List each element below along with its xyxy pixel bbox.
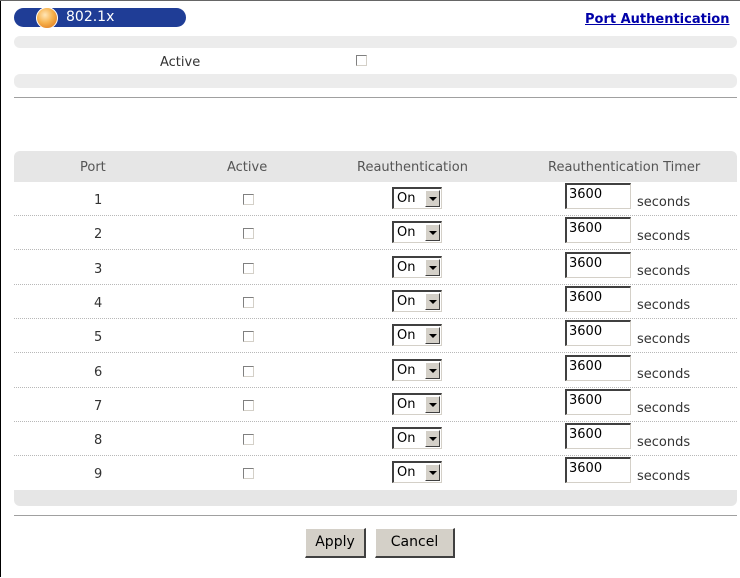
reauth-timer-input[interactable]: 3600 bbox=[565, 423, 631, 449]
reauthentication-select[interactable]: On bbox=[392, 221, 442, 243]
col-header-port: Port bbox=[80, 160, 106, 175]
chevron-down-icon[interactable] bbox=[425, 293, 440, 310]
reauthentication-value: On bbox=[397, 225, 416, 240]
global-active-checkbox[interactable] bbox=[356, 55, 367, 66]
apply-button[interactable]: Apply bbox=[305, 528, 366, 558]
port-active-checkbox[interactable] bbox=[243, 366, 254, 377]
port-number: 5 bbox=[94, 330, 103, 345]
port-active-checkbox[interactable] bbox=[243, 194, 254, 205]
active-label: Active bbox=[160, 55, 201, 70]
divider-bottom bbox=[14, 515, 737, 516]
reauthentication-value: On bbox=[397, 465, 416, 480]
port-active-checkbox[interactable] bbox=[243, 468, 254, 479]
reauth-timer-input[interactable]: 3600 bbox=[565, 183, 631, 209]
port-active-checkbox[interactable] bbox=[243, 331, 254, 342]
port-authentication-link[interactable]: Port Authentication bbox=[585, 12, 729, 27]
port-number: 3 bbox=[94, 262, 103, 277]
reauthentication-value: On bbox=[397, 294, 416, 309]
reauthentication-select[interactable]: On bbox=[392, 187, 442, 209]
col-header-active: Active bbox=[227, 160, 268, 175]
orb-icon bbox=[36, 7, 58, 29]
reauthentication-select[interactable]: On bbox=[392, 256, 442, 278]
reauthentication-value: On bbox=[397, 260, 416, 275]
seconds-label: seconds bbox=[637, 469, 691, 484]
port-number: 6 bbox=[94, 365, 103, 380]
top-border bbox=[0, 0, 740, 1]
seconds-label: seconds bbox=[637, 367, 691, 382]
row-divider bbox=[14, 215, 737, 216]
reauthentication-select[interactable]: On bbox=[392, 290, 442, 312]
reauth-timer-input[interactable]: 3600 bbox=[565, 355, 631, 381]
port-active-checkbox[interactable] bbox=[243, 400, 254, 411]
port-active-checkbox[interactable] bbox=[243, 263, 254, 274]
chevron-down-icon[interactable] bbox=[425, 464, 440, 481]
chevron-down-icon[interactable] bbox=[425, 396, 440, 413]
chevron-down-icon[interactable] bbox=[425, 224, 440, 241]
cancel-button[interactable]: Cancel bbox=[375, 528, 455, 558]
port-number: 2 bbox=[94, 227, 103, 242]
seconds-label: seconds bbox=[637, 298, 691, 313]
port-number: 7 bbox=[94, 399, 103, 414]
seconds-label: seconds bbox=[637, 435, 691, 450]
port-number: 9 bbox=[94, 467, 103, 482]
reauth-timer-input[interactable]: 3600 bbox=[565, 286, 631, 312]
reauth-timer-input[interactable]: 3600 bbox=[565, 457, 631, 483]
reauthentication-value: On bbox=[397, 363, 416, 378]
reauthentication-select[interactable]: On bbox=[392, 393, 442, 415]
reauthentication-value: On bbox=[397, 397, 416, 412]
reauthentication-select[interactable]: On bbox=[392, 427, 442, 449]
reauthentication-select[interactable]: On bbox=[392, 324, 442, 346]
row-divider bbox=[14, 455, 737, 456]
chevron-down-icon[interactable] bbox=[425, 430, 440, 447]
reauth-timer-input[interactable]: 3600 bbox=[565, 389, 631, 415]
section-title: 802.1x bbox=[66, 9, 115, 25]
row-divider bbox=[14, 352, 737, 353]
seconds-label: seconds bbox=[637, 401, 691, 416]
col-header-reauthentication: Reauthentication bbox=[357, 160, 468, 175]
reauthentication-select[interactable]: On bbox=[392, 461, 442, 483]
seconds-label: seconds bbox=[637, 229, 691, 244]
row-divider bbox=[14, 318, 737, 319]
table-footer-band bbox=[14, 490, 737, 506]
port-number: 8 bbox=[94, 433, 103, 448]
reauthentication-select[interactable]: On bbox=[392, 359, 442, 381]
row-divider bbox=[14, 284, 737, 285]
reauthentication-value: On bbox=[397, 431, 416, 446]
row-divider bbox=[14, 387, 737, 388]
chevron-down-icon[interactable] bbox=[425, 259, 440, 276]
reauth-timer-input[interactable]: 3600 bbox=[565, 217, 631, 243]
reauth-timer-input[interactable]: 3600 bbox=[565, 252, 631, 278]
reauthentication-value: On bbox=[397, 328, 416, 343]
port-active-checkbox[interactable] bbox=[243, 297, 254, 308]
port-active-checkbox[interactable] bbox=[243, 434, 254, 445]
chevron-down-icon[interactable] bbox=[425, 362, 440, 379]
port-active-checkbox[interactable] bbox=[243, 228, 254, 239]
active-band-top bbox=[14, 36, 737, 48]
row-divider bbox=[14, 249, 737, 250]
col-header-reauth-timer: Reauthentication Timer bbox=[548, 160, 701, 175]
reauthentication-value: On bbox=[397, 191, 416, 206]
port-number: 1 bbox=[94, 193, 103, 208]
reauth-timer-input[interactable]: 3600 bbox=[565, 320, 631, 346]
seconds-label: seconds bbox=[637, 332, 691, 347]
active-band-bottom bbox=[14, 74, 737, 88]
chevron-down-icon[interactable] bbox=[425, 190, 440, 207]
seconds-label: seconds bbox=[637, 195, 691, 210]
divider bbox=[14, 97, 737, 98]
chevron-down-icon[interactable] bbox=[425, 327, 440, 344]
port-number: 4 bbox=[94, 296, 103, 311]
row-divider bbox=[14, 421, 737, 422]
seconds-label: seconds bbox=[637, 264, 691, 279]
